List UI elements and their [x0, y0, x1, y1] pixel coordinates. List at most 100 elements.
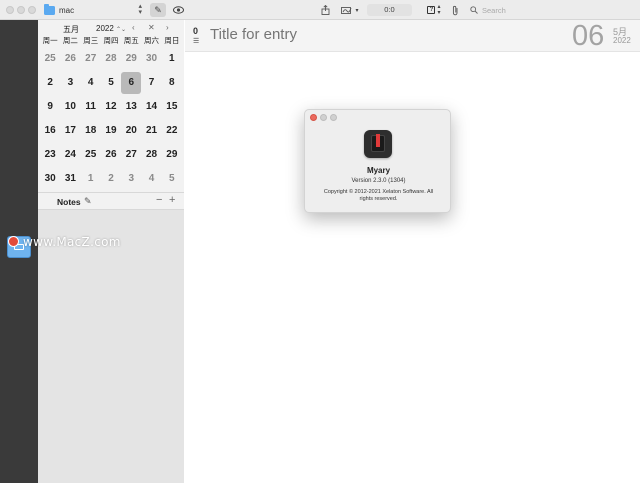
about-close-button[interactable] — [310, 114, 317, 121]
calendar-day[interactable]: 23 — [40, 144, 60, 166]
calendar-day[interactable]: 4 — [141, 168, 161, 190]
calendar-day[interactable]: 29 — [121, 48, 141, 70]
weekday-label: 周五 — [123, 36, 139, 45]
share-button[interactable] — [319, 3, 331, 17]
journal-folder-select[interactable]: mac ▴ ▾ — [44, 3, 146, 17]
about-app-name: Myary — [366, 166, 391, 175]
calendar-day[interactable]: 13 — [121, 96, 141, 118]
chevron-updown-icon: ▴ ▾ — [138, 3, 142, 16]
chevron-updown-icon: ⌃⌄ — [116, 27, 127, 33]
remove-note-button[interactable]: − — [156, 194, 162, 206]
weekday-label: 周三 — [83, 36, 99, 45]
calendar-day[interactable]: 22 — [162, 120, 182, 142]
calendar-day[interactable]: 24 — [60, 144, 80, 166]
about-zoom-button — [330, 114, 337, 121]
calendar-day[interactable]: 20 — [121, 120, 141, 142]
calendar-day[interactable]: 16 — [40, 120, 60, 142]
next-month-button[interactable]: › — [166, 23, 169, 32]
pencil-icon: ✎ — [154, 4, 162, 15]
zoom-window-button[interactable] — [28, 6, 36, 14]
close-window-button[interactable] — [6, 6, 14, 14]
edit-mode-button[interactable]: ✎ — [150, 3, 166, 17]
calendar-day[interactable]: 29 — [162, 144, 182, 166]
calendar-day[interactable]: 10 — [60, 96, 80, 118]
myary-window: mac ▴ ▾ ✎ ▾ 0:0 ? ▴ ▾ Search 五月 2022 ⌃⌄ … — [0, 0, 640, 483]
entry-day: 06 — [572, 20, 605, 52]
calendar-week-row: 23 24 25 26 27 28 29 — [40, 143, 182, 167]
calendar-day[interactable]: 1 — [81, 168, 101, 190]
calendar-day[interactable]: 11 — [81, 96, 101, 118]
calendar: 五月 2022 ⌃⌄ ‹ ✕ › 周一 周二 周三 周四 周五 周六 周日 25 26 27 28… — [38, 20, 184, 192]
search-field[interactable]: Search — [466, 4, 636, 16]
watermark-text: www.MacZ.com — [23, 235, 121, 249]
toolbar: mac ▴ ▾ ✎ ▾ 0:0 ? ▴ ▾ Search — [0, 0, 640, 20]
entry-count: 0 — [193, 26, 199, 36]
chevron-down-icon: ▾ — [355, 7, 359, 14]
calendar-day[interactable]: 1 — [162, 48, 182, 70]
calendar-day[interactable]: 14 — [141, 96, 161, 118]
add-note-button[interactable]: + — [169, 194, 175, 206]
search-icon — [470, 6, 478, 14]
calendar-day[interactable]: 18 — [81, 120, 101, 142]
calendar-day[interactable]: 3 — [121, 168, 141, 190]
calendar-week-row: 25 26 27 28 29 30 1 — [40, 47, 182, 71]
attachment-button[interactable] — [449, 3, 461, 17]
calendar-day[interactable]: 31 — [60, 168, 80, 190]
minimize-window-button[interactable] — [17, 6, 25, 14]
about-version: Version 2.3.0 (1304) — [351, 178, 406, 184]
chevron-updown-icon: ▴ ▾ — [437, 4, 441, 16]
weekday-label: 周六 — [144, 36, 160, 45]
calendar-grid: 25 26 27 28 29 30 1 2 3 4 5 6 7 8 9 10 11 12 13 14 15 16 17 18 1… — [40, 47, 182, 191]
calendar-day[interactable]: 28 — [101, 48, 121, 70]
calendar-day[interactable]: 27 — [81, 48, 101, 70]
entry-title-input[interactable] — [210, 26, 510, 43]
calendar-day[interactable]: 25 — [81, 144, 101, 166]
calendar-year: 2022 — [96, 24, 114, 33]
notes-edit-icon[interactable]: ✎ — [84, 196, 92, 207]
format-menu-button[interactable]: ? ▴ ▾ — [424, 3, 444, 17]
watermark-logo — [8, 236, 19, 247]
bookmark-ribbon-icon — [376, 134, 380, 147]
calendar-day[interactable]: 28 — [141, 144, 161, 166]
calendar-day[interactable]: 12 — [101, 96, 121, 118]
share-icon — [321, 5, 329, 15]
calendar-day[interactable]: 21 — [141, 120, 161, 142]
preview-mode-button[interactable] — [172, 3, 184, 17]
calendar-day[interactable]: 5 — [101, 72, 121, 94]
entry-year: 2022 — [613, 36, 631, 45]
today-clear-button[interactable]: ✕ — [148, 23, 155, 32]
calendar-day[interactable]: 5 — [162, 168, 182, 190]
signature-button[interactable]: ▾ — [339, 3, 361, 17]
calendar-day[interactable]: 3 — [60, 72, 80, 94]
clip-icon — [452, 5, 457, 15]
calendar-day[interactable]: 27 — [121, 144, 141, 166]
calendar-week-row: 9 10 11 12 13 14 15 — [40, 95, 182, 119]
calendar-day[interactable]: 25 — [40, 48, 60, 70]
calendar-day[interactable]: 4 — [81, 72, 101, 94]
calendar-day[interactable]: 8 — [162, 72, 182, 94]
calendar-year-stepper[interactable]: 2022 ⌃⌄ — [96, 24, 126, 33]
calendar-day[interactable]: 30 — [141, 48, 161, 70]
list-icon[interactable]: ☰ — [193, 37, 199, 45]
prev-month-button[interactable]: ‹ — [132, 23, 135, 32]
word-counter: 0:0 — [367, 4, 412, 16]
calendar-month: 五月 — [63, 25, 79, 34]
calendar-day[interactable]: 17 — [60, 120, 80, 142]
calendar-day[interactable]: 2 — [40, 72, 60, 94]
calendar-day[interactable]: 9 — [40, 96, 60, 118]
calendar-day[interactable]: 30 — [40, 168, 60, 190]
calendar-day-selected[interactable]: 6 — [121, 72, 142, 94]
calendar-day[interactable]: 7 — [141, 72, 161, 94]
calendar-day[interactable]: 15 — [162, 96, 182, 118]
calendar-day[interactable]: 26 — [101, 144, 121, 166]
calendar-week-row: 30 31 1 2 3 4 5 — [40, 167, 182, 191]
calendar-day[interactable]: 26 — [60, 48, 80, 70]
calendar-day[interactable]: 2 — [101, 168, 121, 190]
calendar-day[interactable]: 19 — [101, 120, 121, 142]
entry-header: 0 ☰ 06 5月 2022 — [185, 20, 640, 52]
notes-label: Notes — [57, 197, 81, 207]
weekday-label: 周一 — [42, 36, 58, 45]
weekday-label: 周四 — [103, 36, 119, 45]
notes-list[interactable] — [38, 210, 184, 483]
eye-icon — [172, 6, 184, 14]
